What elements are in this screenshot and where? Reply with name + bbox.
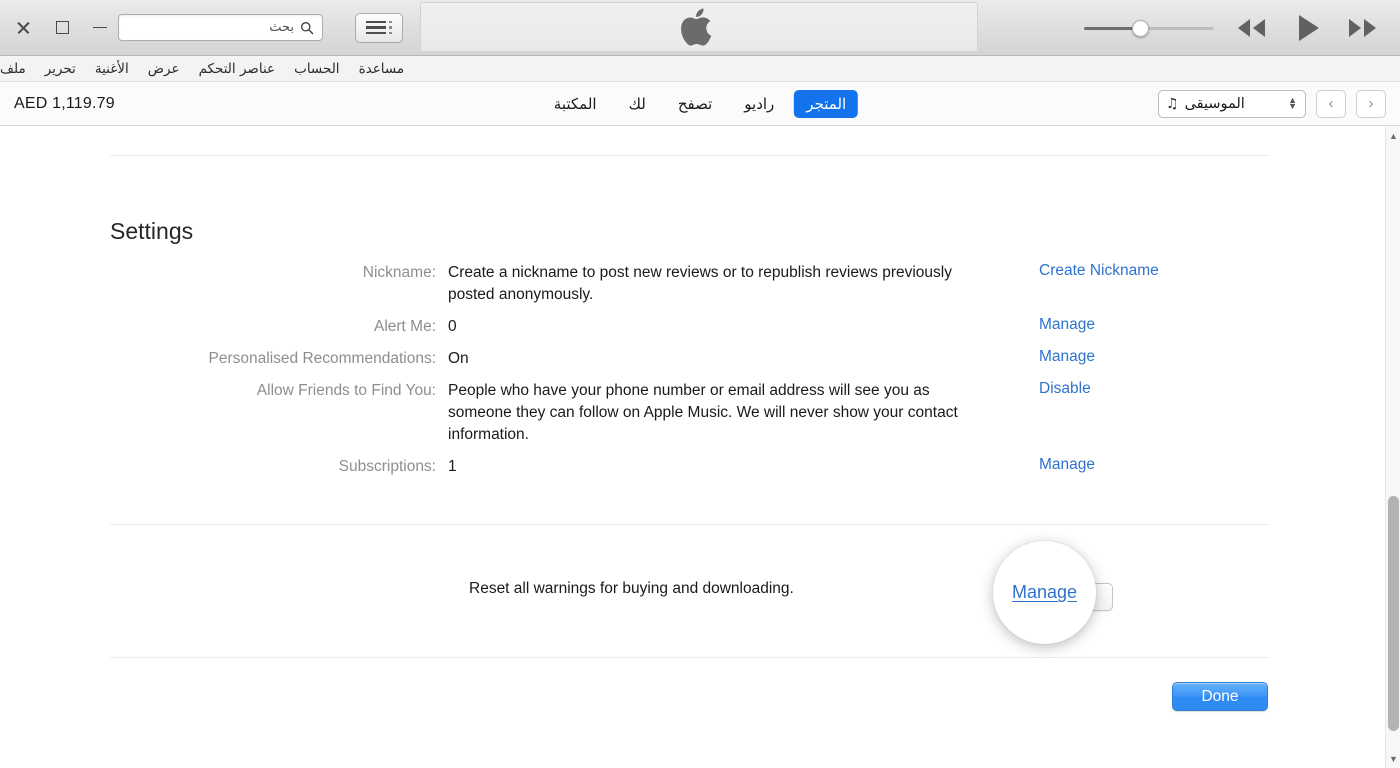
search-icon [300,21,314,35]
volume-track-filled [1084,27,1139,30]
row-action: Manage [993,316,1323,338]
transport-controls [1084,0,1382,56]
tab-library[interactable]: المكتبة [542,90,609,118]
list-view-button[interactable] [355,13,403,43]
chevron-down-icon[interactable]: ▼ [1386,751,1400,766]
menu-item-account[interactable]: الحساب [294,61,339,77]
list-view-icon [366,21,386,34]
media-type-label: الموسيقى [1185,96,1245,112]
menu-item-view[interactable]: عرض [148,61,180,77]
settings-row-alert-me: Alert Me: 0 Manage [0,316,1385,338]
volume-slider[interactable] [1084,18,1214,38]
settings-rows: Nickname: Create a nickname to post new … [0,262,1385,488]
row-label: Allow Friends to Find You: [0,380,448,446]
lcd-display-panel [420,2,978,52]
menu-item-file[interactable]: ملف [0,61,26,77]
window-controls [0,20,118,36]
create-nickname-link[interactable]: Create Nickname [1039,262,1159,279]
reset-warnings-text: Reset all warnings for buying and downlo… [469,580,794,598]
rewind-icon[interactable] [1232,15,1272,41]
row-value: Create a nickname to post new reviews or… [448,262,993,306]
settings-row-allow-friends: Allow Friends to Find You: People who ha… [0,380,1385,446]
divider-bottom [110,657,1270,658]
maximize-icon[interactable] [54,20,70,36]
volume-knob[interactable] [1132,20,1149,37]
row-value: On [448,348,993,370]
search-input[interactable]: بحث [118,14,323,41]
chevron-right-icon: › [1369,95,1374,112]
done-button[interactable]: Done [1172,682,1268,711]
minimize-icon[interactable] [92,20,108,36]
account-balance: AED 1,119.79 [14,95,115,113]
search-field-wrap: بحث [118,14,323,41]
tab-radio[interactable]: راديو [732,90,786,118]
row-value: 1 [448,456,993,478]
menu-item-song[interactable]: الأغنية [95,61,129,77]
settings-row-subscriptions: Subscriptions: 1 Manage [0,456,1385,478]
menu-item-help[interactable]: مساعدة [359,61,405,77]
chevron-left-icon: ‹ [1329,95,1334,112]
volume-track-empty [1139,27,1214,30]
page-title: Settings [110,218,193,245]
row-action: Disable [993,380,1323,446]
menu-item-controls[interactable]: عناصر التحكم [199,61,276,77]
search-placeholder: بحث [269,20,294,35]
divider-top [110,155,1270,156]
nav-right-group: ♫ الموسيقى ▲▼ ‹ › [1158,90,1386,118]
vertical-scrollbar[interactable]: ▲ ▼ [1385,126,1400,768]
manage-recommendations-link[interactable]: Manage [1039,348,1095,365]
nav-back-button[interactable]: ‹ [1316,90,1346,118]
row-action: Create Nickname [993,262,1323,306]
play-icon[interactable] [1290,11,1324,45]
close-icon[interactable] [16,20,32,36]
spotlight-callout: Manage [993,541,1096,644]
chevron-up-icon[interactable]: ▲ [1386,128,1400,143]
stepper-icon[interactable]: ▲▼ [1288,98,1297,110]
store-tabs: المكتبة لك تصفح راديو المتجر [542,90,858,118]
media-type-select[interactable]: ♫ الموسيقى ▲▼ [1158,90,1306,118]
divider-middle [110,524,1270,525]
row-label: Subscriptions: [0,456,448,478]
tab-browse[interactable]: تصفح [666,90,724,118]
disable-friends-link[interactable]: Disable [1039,380,1091,397]
settings-row-nickname: Nickname: Create a nickname to post new … [0,262,1385,306]
nav-forward-button[interactable]: › [1356,90,1386,118]
menu-item-edit[interactable]: تحرير [45,61,76,77]
media-type-label-group: ♫ الموسيقى [1166,96,1245,112]
music-note-icon: ♫ [1166,96,1179,112]
tab-store[interactable]: المتجر [794,90,858,118]
navigation-bar: AED 1,119.79 المكتبة لك تصفح راديو المتج… [0,82,1400,126]
settings-content: Settings Nickname: Create a nickname to … [0,126,1385,768]
row-action: Manage [993,456,1323,478]
row-value: People who have your phone number or ema… [448,380,993,446]
settings-row-personalised-recommendations: Personalised Recommendations: On Manage [0,348,1385,370]
row-label: Nickname: [0,262,448,306]
apple-logo-icon [679,4,719,50]
fast-forward-icon[interactable] [1342,15,1382,41]
row-action: Manage [993,348,1323,370]
title-toolbar: بحث [0,0,1400,56]
manage-subscriptions-link[interactable]: Manage [1039,456,1095,473]
manage-alert-me-link[interactable]: Manage [1039,316,1095,333]
scrollbar-thumb[interactable] [1388,496,1399,731]
row-value: 0 [448,316,993,338]
menu-bar: ملف تحرير الأغنية عرض عناصر التحكم الحسا… [0,56,1400,82]
manage-subscriptions-highlighted-link[interactable]: Manage [1012,582,1077,603]
itunes-window: بحث [0,0,1400,768]
row-label: Personalised Recommendations: [0,348,448,370]
tab-for-you[interactable]: لك [617,90,658,118]
row-label: Alert Me: [0,316,448,338]
list-view-dots-icon [389,21,391,34]
